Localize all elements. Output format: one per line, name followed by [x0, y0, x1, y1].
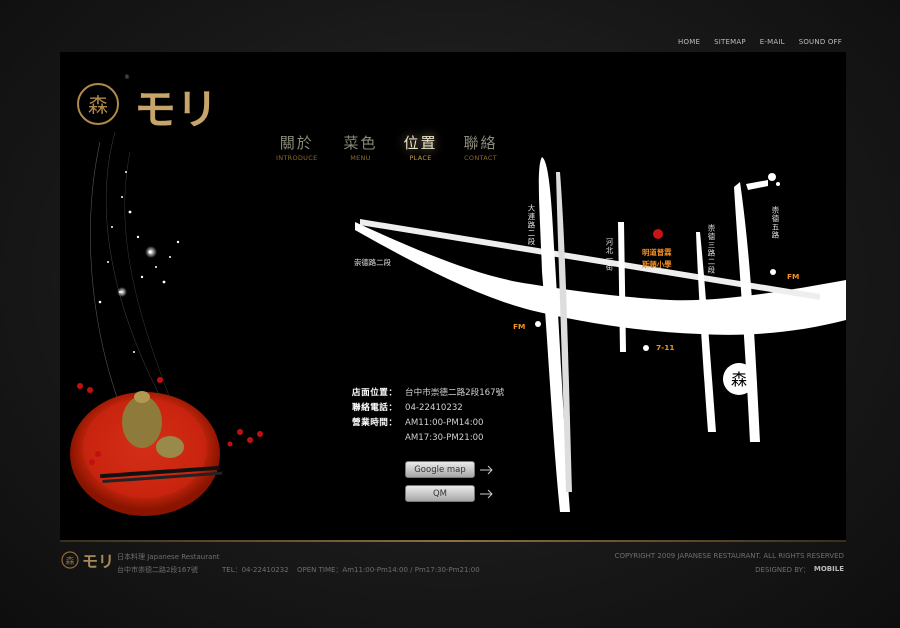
map-label-fm-west: FM — [513, 322, 526, 331]
brand-name: モリ — [134, 85, 214, 134]
nav-place-en: PLACE — [409, 154, 432, 162]
nav-place[interactable]: 位置 PLACE — [404, 132, 438, 162]
main-nav: 關於 INTRODUCE 菜色 MENU 位置 PLACE 聯絡 CONTACT — [276, 132, 498, 162]
footer-designed: DESIGNED BY： MOBILE — [755, 565, 844, 575]
home-link[interactable]: HOME — [678, 38, 700, 46]
email-link[interactable]: E-MAIL — [760, 38, 785, 46]
nav-menu-en: MENU — [350, 154, 371, 162]
sound-toggle[interactable]: SOUND OFF — [799, 38, 842, 46]
main-stage: 森 森 ® モリ 關於 INTRODUCE 菜色 MENU 位置 PLACE 聯… — [60, 52, 846, 540]
hours-label: 營業時間： — [352, 418, 398, 428]
top-nav: HOME SITEMAP E-MAIL SOUND OFF — [678, 38, 842, 46]
hours-value-2: AM17:30-PM21:00 — [405, 433, 484, 443]
footer-copyright: COPYRIGHT 2009 JAPANESE RESTAURANT. ALL … — [614, 552, 844, 560]
footer-designed-label: DESIGNED BY： — [755, 566, 810, 574]
map-label-chongde-road: 崇德路二段 — [354, 258, 391, 267]
sitemap-link[interactable]: SITEMAP — [714, 38, 746, 46]
nav-contact[interactable]: 聯絡 CONTACT — [464, 132, 498, 162]
footer-cuisine: 日本料理 Japanese Restaurant — [117, 553, 220, 561]
footer-open-time: OPEN TIME：Am11:00-Pm14:00 / Pm17:30-Pm21… — [297, 566, 480, 574]
footer-address: 台中市崇德二路2段167號 — [117, 566, 198, 574]
qm-arrow-icon[interactable] — [480, 489, 494, 499]
google-map-arrow-icon[interactable] — [480, 465, 494, 475]
map-label-chongde-5th: 崇德五路 — [771, 206, 780, 240]
footer-brand-mark: 森 — [65, 555, 74, 567]
nav-menu-zh: 菜色 — [343, 134, 378, 152]
footer-logo: 森 モリ — [60, 548, 116, 576]
nav-introduce-en: INTRODUCE — [276, 154, 318, 162]
map-label-chongde-3rd: 崇德三路二段 — [707, 224, 716, 275]
nav-introduce[interactable]: 關於 INTRODUCE — [276, 132, 318, 162]
nav-menu[interactable]: 菜色 MENU — [344, 132, 378, 162]
brand-mark: 森 — [88, 93, 108, 117]
nav-introduce-zh: 關於 — [279, 134, 314, 152]
map-label-fm-east: FM — [787, 272, 800, 281]
footer-divider — [60, 540, 846, 542]
footer-designer[interactable]: MOBILE — [814, 565, 844, 575]
address-label: 店面位置： — [352, 388, 398, 398]
map-label-dalian-road: 大連路二段 — [527, 204, 536, 246]
nav-place-zh: 位置 — [403, 134, 438, 152]
phone-label: 聯絡電話： — [352, 403, 398, 413]
registered-mark: ® — [124, 74, 130, 81]
brand-logo[interactable]: 森 ® モリ — [74, 64, 218, 168]
footer-brand-name: モリ — [82, 552, 114, 571]
google-map-button[interactable]: Google map — [405, 461, 475, 478]
map-label-hebei-street: 河北一街 — [605, 238, 614, 272]
address-value: 台中市崇德二路2段167號 — [405, 388, 505, 398]
map-label-school: 明道普霖斯頓小學 — [642, 248, 672, 269]
svg-text:森: 森 — [731, 370, 747, 389]
hours-value-1: AM11:00-PM14:00 — [405, 418, 484, 428]
nav-contact-zh: 聯絡 — [463, 134, 498, 152]
map-label-seven-eleven: 7-11 — [656, 343, 675, 352]
footer-tel: TEL：04-22410232 — [222, 566, 289, 574]
qm-button[interactable]: QM — [405, 485, 475, 502]
store-info: 店面位置： 台中市崇德二路2段167號 聯絡電話： 04-22410232 營業時間… — [352, 386, 504, 446]
nav-contact-en: CONTACT — [464, 154, 497, 162]
phone-value: 04-22410232 — [405, 403, 463, 413]
